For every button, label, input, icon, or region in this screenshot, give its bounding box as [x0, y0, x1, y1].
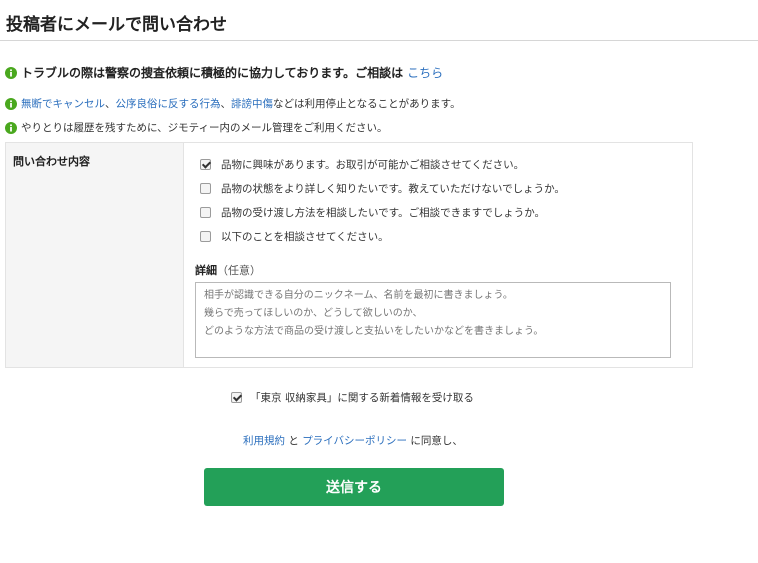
info-circle-icon: [5, 97, 17, 110]
notice-policy-text: 無断でキャンセル、公序良俗に反する行為、誹謗中傷などは利用停止となることがありま…: [21, 96, 461, 111]
public-order-link[interactable]: 公序良俗に反する行為: [116, 98, 221, 110]
detail-label: 詳細（任意）: [195, 262, 261, 278]
policy-separator: 、: [220, 98, 232, 110]
privacy-link[interactable]: プライバシーポリシー: [302, 435, 407, 447]
option-checkbox[interactable]: [200, 183, 211, 194]
option-checkbox[interactable]: [200, 159, 211, 170]
inquiry-content-label: 問い合わせ内容: [13, 155, 90, 168]
option-condition[interactable]: 品物の状態をより詳しく知りたいです。教えていただけないでしょうか。: [200, 181, 565, 196]
policy-separator: 、: [105, 98, 116, 110]
notice-policy: 無断でキャンセル、公序良俗に反する行為、誹謗中傷などは利用停止となることがありま…: [5, 96, 461, 111]
agreement-text: 利用規約 と プライバシーポリシー に同意し、: [243, 433, 463, 448]
defamation-link[interactable]: 誹謗中傷: [231, 98, 273, 110]
detail-textarea[interactable]: [195, 282, 671, 358]
notice-history-text: やりとりは履歴を残すために、ジモティー内のメール管理をご利用ください。: [21, 122, 388, 134]
consult-link[interactable]: こちら: [407, 64, 443, 81]
inquiry-form: 問い合わせ内容 品物に興味があります。お取引が可能かご相談させてください。 品物…: [5, 142, 693, 368]
notice-trouble: トラブルの際は警察の捜査依頼に積極的に協力しております。ご相談は こちら: [5, 64, 443, 81]
agreement-and: と: [285, 435, 303, 447]
agreement-suffix: に同意し、: [406, 435, 463, 447]
option-delivery[interactable]: 品物の受け渡し方法を相談したいです。ご相談できますでしょうか。: [200, 205, 545, 220]
option-label: 品物に興味があります。お取引が可能かご相談させてください。: [221, 159, 525, 171]
subscribe-label: 「東京 収納家具」に関する新着情報を受け取る: [250, 392, 474, 404]
info-circle-icon: [5, 66, 17, 79]
title-divider: [0, 40, 758, 41]
option-label: 品物の状態をより詳しく知りたいです。教えていただけないでしょうか。: [221, 183, 565, 195]
notice-trouble-text: トラブルの際は警察の捜査依頼に積極的に協力しております。ご相談は: [21, 66, 404, 80]
option-checkbox[interactable]: [200, 231, 211, 242]
info-circle-icon: [5, 121, 17, 134]
option-checkbox[interactable]: [200, 207, 211, 218]
option-label: 品物の受け渡し方法を相談したいです。ご相談できますでしょうか。: [221, 207, 546, 219]
subscribe-option[interactable]: 「東京 収納家具」に関する新着情報を受け取る: [231, 390, 474, 405]
detail-title: 詳細: [195, 264, 217, 277]
notice-history: やりとりは履歴を残すために、ジモティー内のメール管理をご利用ください。: [5, 120, 388, 135]
page-title: 投稿者にメールで問い合わせ: [6, 15, 227, 35]
option-other[interactable]: 以下のことを相談させてください。: [200, 229, 389, 244]
subscribe-checkbox[interactable]: [231, 392, 242, 403]
option-interest[interactable]: 品物に興味があります。お取引が可能かご相談させてください。: [200, 157, 524, 172]
option-label: 以下のことを相談させてください。: [221, 231, 389, 243]
terms-link[interactable]: 利用規約: [243, 435, 285, 447]
optional-tag: （任意）: [217, 264, 261, 277]
submit-button[interactable]: 送信する: [204, 468, 504, 506]
form-label-cell: 問い合わせ内容: [6, 143, 184, 367]
policy-suffix: などは利用停止となることがあります。: [273, 98, 461, 110]
cancel-policy-link[interactable]: 無断でキャンセル: [21, 98, 105, 110]
